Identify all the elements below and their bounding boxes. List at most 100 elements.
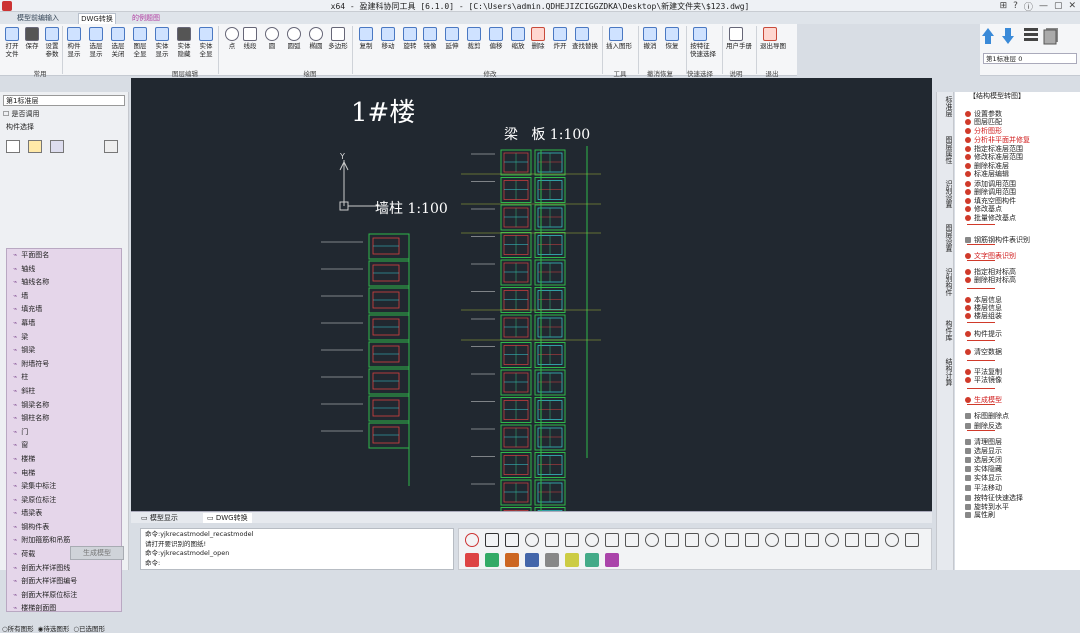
component-item[interactable]: 楼梯 <box>7 453 121 467</box>
tree-command-item[interactable]: 指定相对标高 <box>965 268 1016 276</box>
bottom-tool-icon[interactable] <box>505 533 519 547</box>
ribbon-button-7[interactable]: 实体 显示 <box>152 26 172 66</box>
tree-command-item[interactable]: 分析图形 <box>965 127 1002 135</box>
component-item[interactable]: 剖面大样详图线 <box>7 562 121 576</box>
tree-command-item[interactable]: 本层信息 <box>965 296 1002 304</box>
ribbon-button-8[interactable]: 实体 隐藏 <box>174 26 194 66</box>
grid-icon[interactable] <box>28 140 42 153</box>
radio-selected[interactable]: ○已选图形 <box>73 623 105 633</box>
tree-command-item[interactable]: 标图删除点 <box>965 412 1009 420</box>
bottom-tool-icon[interactable] <box>465 553 479 567</box>
component-item[interactable]: 附墙符号 <box>7 358 121 372</box>
component-item[interactable]: 墙 <box>7 290 121 304</box>
component-item[interactable]: 钢构件表 <box>7 521 121 535</box>
vtab-1[interactable]: 图层属性 <box>939 136 953 164</box>
trash-icon[interactable] <box>104 140 118 153</box>
vtab-5[interactable]: 构件库 <box>939 320 953 341</box>
bottom-tool-icon[interactable] <box>585 533 599 547</box>
ribbon-button-20[interactable]: 延伸 <box>442 26 462 66</box>
tree-command-item[interactable]: 旋转到水平 <box>965 503 1009 511</box>
tree-command-item[interactable]: 生成模型 <box>965 396 1002 404</box>
view-arrows-icon[interactable] <box>980 24 1080 52</box>
minimize-button[interactable]: — <box>1039 1 1048 11</box>
tree-command-item[interactable]: 属性刷 <box>965 511 995 519</box>
help-icon[interactable]: ? <box>1013 1 1018 11</box>
tree-command-item[interactable]: 选层显示 <box>965 447 1002 455</box>
ribbon-button-31[interactable]: 用户手册 <box>726 26 752 66</box>
bottom-tool-icon[interactable] <box>565 533 579 547</box>
tree-command-item[interactable]: 实体显示 <box>965 474 1002 482</box>
bottom-tool-icon[interactable] <box>825 533 839 547</box>
component-item[interactable]: 梁集中标注 <box>7 480 121 494</box>
ribbon-button-14[interactable]: 椭圆 <box>306 26 326 66</box>
tree-command-item[interactable]: 删除相对标高 <box>965 276 1016 284</box>
component-item[interactable]: 梁原位标注 <box>7 494 121 508</box>
bottom-tool-icon[interactable] <box>605 553 619 567</box>
ribbon-button-22[interactable]: 偏移 <box>486 26 506 66</box>
tree-command-item[interactable]: 修改标准层范围 <box>965 153 1023 161</box>
component-item[interactable]: 楼梯剖面图 <box>7 602 121 611</box>
ribbon-button-32[interactable]: 退出导图 <box>760 26 786 66</box>
tree-command-item[interactable]: 图层匹配 <box>965 118 1002 126</box>
ribbon-button-19[interactable]: 镜像 <box>420 26 440 66</box>
tree-command-item[interactable]: 钢筋钢构件表识别 <box>965 236 1030 244</box>
radio-all[interactable]: ○所有图形 <box>2 623 34 633</box>
ribbon-button-24[interactable]: 删除 <box>528 26 548 66</box>
component-item[interactable]: 剖面大样原位标注 <box>7 589 121 603</box>
component-item[interactable]: 钢柱名称 <box>7 412 121 426</box>
vtab-4[interactable]: 识别构件 <box>939 268 953 296</box>
ribbon-button-21[interactable]: 裁剪 <box>464 26 484 66</box>
ribbon-button-18[interactable]: 旋转 <box>400 26 420 66</box>
component-item[interactable]: 门 <box>7 426 121 440</box>
ribbon-button-10[interactable]: 点 <box>222 26 242 66</box>
ribbon-button-2[interactable]: 设置 参数 <box>42 26 62 66</box>
tree-command-item[interactable]: 清空数据 <box>965 348 1002 356</box>
bottom-tool-icon[interactable] <box>585 553 599 567</box>
ribbon-button-12[interactable]: 圆 <box>262 26 282 66</box>
bottom-tool-icon[interactable] <box>625 533 639 547</box>
tree-command-item[interactable]: 修改基点 <box>965 205 1002 213</box>
tab-model-input[interactable]: 模型前编输入 <box>8 13 68 24</box>
ribbon-button-13[interactable]: 圆弧 <box>284 26 304 66</box>
ribbon-button-17[interactable]: 移动 <box>378 26 398 66</box>
search-icon[interactable] <box>6 140 20 153</box>
tree-command-item[interactable]: 填充空图构件 <box>965 197 1016 205</box>
tree-command-item[interactable]: 清理图层 <box>965 438 1002 446</box>
bottom-tool-icon[interactable] <box>525 553 539 567</box>
drawing-canvas[interactable]: 1#楼 墙柱 1:100 梁 板 1:100 Y <box>131 78 932 511</box>
tab-dwg-convert[interactable]: DWG转换 <box>78 13 116 24</box>
ribbon-button-26[interactable]: 查找替换 <box>572 26 598 66</box>
component-item[interactable]: 轴线 <box>7 263 121 277</box>
bottom-tool-icon[interactable] <box>685 533 699 547</box>
tree-command-item[interactable]: 分析非平面并修复 <box>965 136 1030 144</box>
component-item[interactable]: 平面图名 <box>7 249 121 263</box>
tree-command-item[interactable]: 删除调用范围 <box>965 188 1016 196</box>
radio-pending[interactable]: ◉待选图形 <box>38 623 70 633</box>
bottom-tool-icon[interactable] <box>905 533 919 547</box>
ribbon-button-29[interactable]: 恢复 <box>662 26 682 66</box>
component-item[interactable]: 电梯 <box>7 467 121 481</box>
tree-command-item[interactable]: 实体隐藏 <box>965 465 1002 473</box>
tree-command-item[interactable]: 添加调用范围 <box>965 180 1016 188</box>
tree-command-item[interactable]: 删除反选 <box>965 422 1002 430</box>
component-item[interactable]: 钢梁名称 <box>7 399 121 413</box>
maximize-button[interactable]: ▢ <box>1054 1 1063 11</box>
call-checkbox[interactable]: ☐ 是否调用 <box>3 109 40 119</box>
tree-command-item[interactable]: 构件提示 <box>965 330 1002 338</box>
tree-command-item[interactable]: 楼层组装 <box>965 312 1002 320</box>
tree-command-item[interactable]: 按特征快速选择 <box>965 494 1023 502</box>
ribbon-button-11[interactable]: 线段 <box>240 26 260 66</box>
bottom-tool-icon[interactable] <box>525 533 539 547</box>
tree-command-item[interactable]: 文字图表识别 <box>965 252 1016 260</box>
bottom-tool-icon[interactable] <box>805 533 819 547</box>
bottom-tool-icon[interactable] <box>765 533 779 547</box>
close-button[interactable]: ✕ <box>1068 1 1076 11</box>
ribbon-button-30[interactable]: 按特征 快速选择 <box>690 26 716 66</box>
component-item[interactable]: 剖面大样详图编号 <box>7 575 121 589</box>
component-item[interactable]: 幕墙 <box>7 317 121 331</box>
tree-command-item[interactable]: 平法镜像 <box>965 376 1002 384</box>
ribbon-button-28[interactable]: 撤消 <box>640 26 660 66</box>
command-line[interactable]: 命令:yjkrecastmodel_recastmodel 请打开要识别的图纸!… <box>140 528 454 570</box>
ribbon-button-6[interactable]: 图层 全显 <box>130 26 150 66</box>
ribbon-button-4[interactable]: 选层 显示 <box>86 26 106 66</box>
